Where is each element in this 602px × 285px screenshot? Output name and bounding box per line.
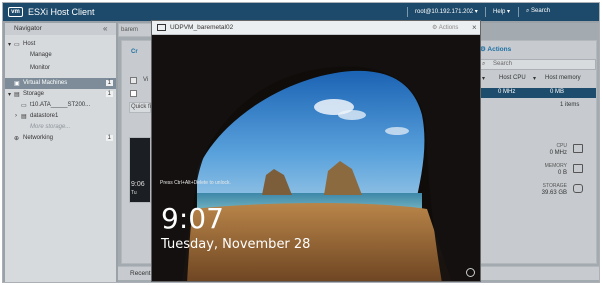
nav-item-label: Manage (30, 52, 52, 58)
select-all-checkbox[interactable] (130, 77, 137, 84)
nav-item-storage[interactable]: ▾ ▤ Storage 1 (5, 89, 116, 100)
network-icon: ⊕ (14, 136, 20, 142)
help-menu[interactable]: Help ▾ (493, 8, 510, 15)
nav-item-label: datastore1 (30, 113, 59, 119)
unlock-hint: Press Ctrl+Alt+Delete to unlock. (160, 180, 231, 186)
search-placeholder: Search (493, 61, 513, 67)
divider (407, 7, 408, 17)
nav-item-label: Storage (23, 91, 45, 97)
user-label: root@10.192.171.202 (415, 9, 474, 15)
divider (485, 7, 486, 17)
search-label: Search (531, 8, 551, 14)
ease-of-access-icon[interactable] (466, 268, 475, 277)
close-icon[interactable]: × (472, 23, 477, 32)
console-actions-button[interactable]: ⚙ Actions (432, 24, 458, 31)
search-icon: ⌕ (526, 8, 530, 14)
search-input[interactable]: ⌕ Search (476, 59, 596, 70)
host-icon: ▭ (14, 42, 20, 48)
console-actions-label: Actions (438, 25, 459, 31)
top-bar: vm ESXi Host Client root@10.192.171.202 … (3, 3, 599, 21)
cell-host-cpu: 0 MHz (498, 89, 516, 95)
column-header-host-memory[interactable]: Host memory (545, 75, 581, 81)
row-checkbox[interactable] (130, 90, 137, 97)
memory-value: 0 B (557, 170, 567, 176)
count-badge: 1 (105, 80, 113, 86)
quick-filter-label: Quick fi (131, 104, 152, 110)
nav-item-label: Host (23, 41, 36, 47)
column-header-host-cpu[interactable]: Host CPU (499, 75, 526, 81)
vmware-logo: vm (8, 7, 23, 17)
nav-item-label: More storage... (30, 124, 71, 130)
gear-icon: ⚙ (432, 25, 438, 31)
items-count: 1 items (560, 102, 580, 108)
lock-screen-date: Tuesday, November 28 (161, 237, 311, 252)
lock-screen-time: 9:07 (161, 202, 224, 235)
memory-label: MEMORY (544, 163, 567, 169)
vm-icon: ▣ (14, 81, 20, 87)
console-icon (157, 24, 166, 31)
nav-item-networking[interactable]: ⊕ Networking 1 (5, 133, 116, 144)
sort-icon: ▾ (482, 76, 486, 82)
nav-item-label: t10.ATA_____ST200... (30, 102, 91, 108)
nav-item-more-storage[interactable]: More storage... (5, 122, 116, 133)
cpu-icon (573, 144, 583, 153)
count-badge: 1 (105, 135, 113, 141)
console-title: UDPVM_baremetal02 (170, 24, 234, 31)
cell-host-memory: 0 MB (550, 89, 565, 95)
storage-icon: ▤ (14, 92, 20, 98)
chevron-right-icon: › (15, 113, 17, 119)
actions-button[interactable]: ⚙ Actions (480, 45, 511, 53)
nav-item-host[interactable]: ▾ ▭ Host (5, 39, 116, 50)
user-menu[interactable]: root@10.192.171.202 ▾ (415, 8, 478, 15)
storage-label: STORAGE (542, 183, 567, 189)
storage-icon (573, 184, 583, 193)
console-title-bar[interactable]: UDPVM_baremetal02 ⚙ Actions × (152, 21, 480, 35)
nav-item-monitor[interactable]: Monitor (5, 63, 116, 74)
thumbnail-time: 9:06 (131, 181, 145, 188)
memory-icon (573, 164, 583, 173)
app-title: ESXi Host Client (28, 7, 95, 17)
collapse-icon[interactable]: « (103, 24, 107, 33)
column-fragment: Vi (143, 77, 149, 83)
sort-icon: ▾ (533, 76, 537, 82)
disk-icon: ▭ (21, 103, 27, 109)
cpu-value: 0 MHz (549, 150, 567, 156)
storage-value: 39.63 GB (541, 190, 567, 196)
navigator-title: Navigator (14, 25, 42, 32)
navigator-header: Navigator « (5, 23, 116, 35)
cpu-label: CPU (556, 143, 567, 149)
table-row[interactable]: 0 MHz 0 MB (476, 88, 596, 98)
count-badge: 1 (105, 91, 113, 97)
vm-console-window[interactable]: UDPVM_baremetal02 ⚙ Actions × Press Ctrl… (151, 20, 481, 282)
nav-item-manage[interactable]: Manage (5, 50, 116, 61)
lock-screen[interactable]: Press Ctrl+Alt+Delete to unlock. 9:07 Tu… (152, 35, 480, 281)
nav-item-label: Virtual Machines (23, 80, 68, 86)
esxi-window: vm ESXi Host Client root@10.192.171.202 … (2, 2, 600, 283)
navigator-panel: Navigator « ▾ ▭ Host Manage Monitor ▣ Vi… (5, 23, 116, 282)
nav-item-datastore1[interactable]: › ▤ datastore1 (5, 111, 116, 122)
chevron-down-icon: ▾ (8, 92, 12, 98)
actions-label: Actions (487, 46, 512, 53)
chevron-down-icon: ▾ (8, 42, 12, 48)
top-search-button[interactable]: ⌕ Search (526, 8, 550, 15)
help-label: Help (493, 9, 506, 15)
search-icon: ⌕ (482, 61, 486, 67)
divider (518, 7, 519, 17)
datastore-icon: ▤ (21, 114, 27, 120)
nav-item-label: Networking (23, 135, 54, 141)
tab-label: barem (121, 27, 139, 33)
nav-item-label: Monitor (30, 65, 51, 71)
nav-item-device[interactable]: ▭ t10.ATA_____ST200... (5, 100, 116, 111)
recent-tasks-label: Recent (130, 270, 151, 277)
create-button[interactable]: Cr (131, 49, 138, 55)
nav-item-virtual-machines[interactable]: ▣ Virtual Machines 1 (5, 78, 116, 89)
thumbnail-day: Tu (131, 190, 137, 196)
